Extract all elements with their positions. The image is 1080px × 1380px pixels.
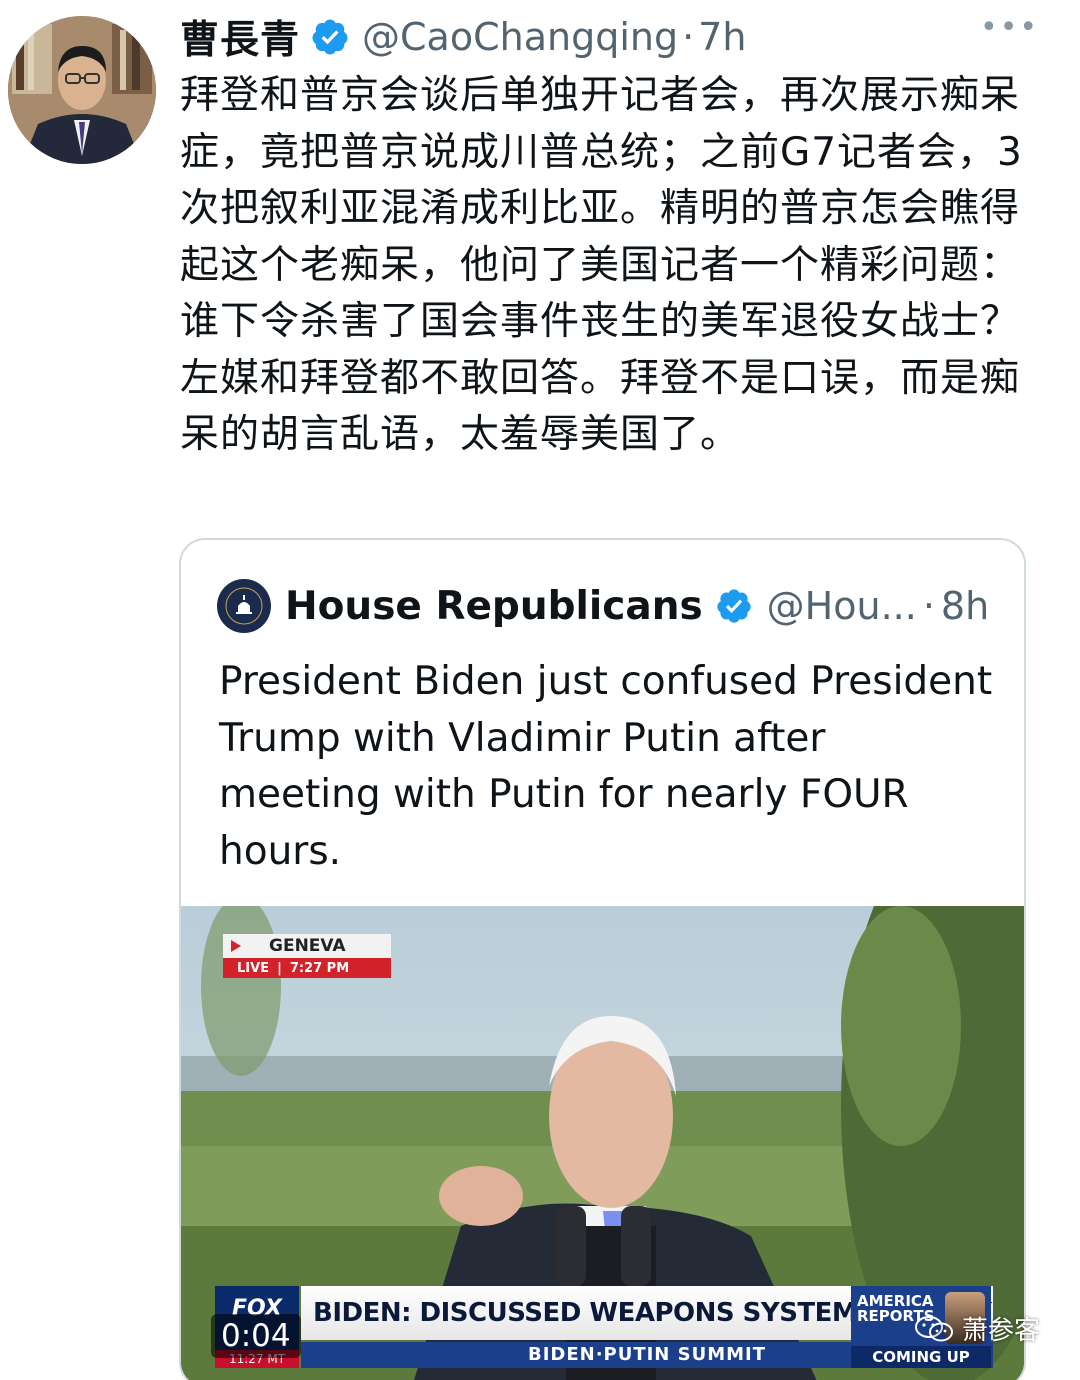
wechat-icon [915, 1315, 953, 1341]
quoted-author-handle[interactable]: @Hou... [767, 584, 917, 628]
verified-badge-icon [717, 589, 751, 623]
tweet[interactable]: 曹長青 @CaoChangqing · 7h ••• 拜登和普京会谈后单独开记者… [0, 0, 1080, 1380]
house-republicans-avatar[interactable] [217, 579, 271, 633]
author-handle[interactable]: @CaoChangqing [362, 15, 678, 59]
video-duration: 0:04 [211, 1314, 301, 1358]
separator-dot: · [922, 584, 935, 628]
author-avatar[interactable] [8, 16, 156, 164]
verified-badge-icon [312, 19, 348, 55]
separator-dot: · [682, 15, 695, 59]
tweet-text: 拜登和普京会谈后单独开记者会，再次展示痴呆症，竟把普京说成川普总统；之前G7记者… [180, 73, 1023, 457]
location-live-tag: GENEVA LIVE | 7:27 PM [223, 934, 391, 978]
quoted-tweet-text: President Biden just confused President … [219, 659, 993, 874]
tweet-timestamp[interactable]: 7h [698, 15, 746, 59]
location-label: GENEVA [269, 936, 346, 956]
play-marker-icon [231, 940, 241, 952]
watermark: 萧参客 [914, 1310, 1040, 1347]
live-label: LIVE [237, 960, 270, 976]
watermark-text: 萧参客 [962, 1316, 1041, 1346]
quoted-tweet-timestamp[interactable]: 8h [941, 584, 989, 628]
quoted-tweet-header: House Republicans @Hou... · 8h [217, 576, 989, 636]
video-player[interactable]: GENEVA LIVE | 7:27 PM FOX 11:27 MT BIDEN… [181, 906, 1024, 1380]
more-options-icon[interactable]: ••• [980, 10, 1039, 45]
quoted-tweet[interactable]: House Republicans @Hou... · 8h President… [179, 538, 1026, 1380]
coming-up-label: COMING UP [851, 1346, 991, 1368]
tweet-header: 曹長青 @CaoChangqing · 7h [180, 10, 1040, 64]
author-name[interactable]: 曹長青 [180, 9, 300, 65]
quoted-author-name[interactable]: House Republicans [285, 584, 703, 629]
capitol-dome-icon [225, 587, 263, 625]
broadcast-time: 7:27 PM [289, 960, 350, 976]
